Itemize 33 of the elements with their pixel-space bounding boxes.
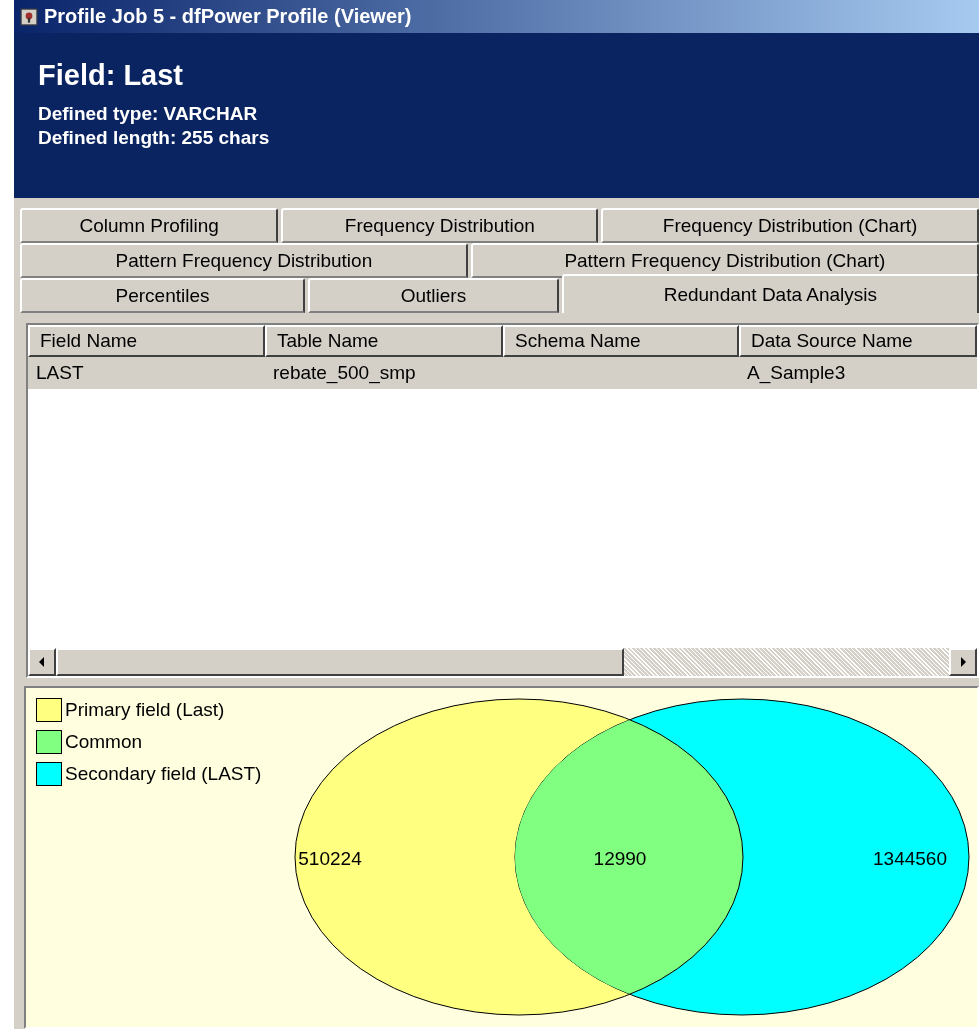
legend-label: Common — [65, 731, 143, 753]
tab[interactable]: Frequency Distribution (Chart) — [601, 208, 979, 243]
scroll-left-button[interactable] — [28, 648, 56, 676]
left-arrow-icon — [38, 657, 46, 667]
column-header[interactable]: Data Source Name — [739, 325, 977, 357]
count-label: 12990 — [593, 848, 647, 869]
column-header[interactable]: Table Name — [265, 325, 503, 357]
tab[interactable]: Pattern Frequency Distribution (Chart) — [470, 243, 979, 278]
scroll-thumb[interactable] — [56, 648, 624, 676]
app-icon — [20, 7, 38, 26]
tab[interactable]: Frequency Distribution — [281, 208, 599, 243]
horizontal-scrollbar[interactable] — [28, 648, 977, 676]
field-info: Defined type: VARCHAR — [38, 102, 259, 126]
legend-label: Secondary field (LAST) — [65, 763, 262, 785]
count-label: 1344560 — [873, 848, 947, 869]
right-arrow-icon — [959, 657, 967, 667]
table-cell-text: A_Sample3 — [746, 362, 847, 384]
table-row[interactable]: LAST rebate_500_smp A_Sample3 — [28, 357, 977, 389]
count-label: 510224 — [298, 848, 362, 869]
tab[interactable]: Pattern Frequency Distribution — [20, 243, 468, 278]
table-cell-text: LAST — [35, 362, 85, 384]
field-info: Defined length: 255 chars — [38, 126, 271, 150]
column-header[interactable]: Schema Name — [503, 325, 739, 357]
tab[interactable]: Outliers — [308, 278, 559, 313]
column-header[interactable]: Field Name — [28, 325, 265, 357]
tab[interactable]: Column Profiling — [20, 208, 279, 243]
table-cell-text: rebate_500_smp — [272, 362, 417, 384]
tab[interactable]: Percentiles — [20, 278, 306, 313]
legend-label: Primary field (Last) — [65, 699, 225, 721]
tab[interactable]: Redundant Data Analysis — [561, 274, 979, 313]
scroll-right-button[interactable] — [949, 648, 977, 676]
window-title: Profile Job 5 - dfPower Profile (Viewer) — [44, 5, 412, 28]
field-title: Field: Last — [38, 59, 184, 92]
